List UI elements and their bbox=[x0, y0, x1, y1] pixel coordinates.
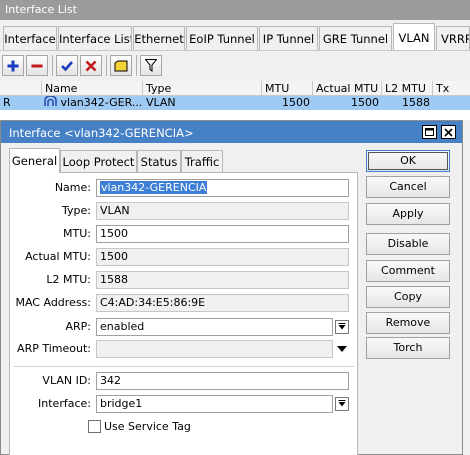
comment-button[interactable] bbox=[110, 55, 132, 76]
mac-address-label: MAC Address: bbox=[15, 296, 91, 309]
dialog-title-bar[interactable]: Interface <vlan342-GERENCIA> bbox=[1, 121, 462, 143]
triangle-down-icon bbox=[337, 345, 347, 352]
column-header-tx[interactable]: Tx bbox=[433, 81, 470, 96]
vlan-interface-icon bbox=[44, 96, 57, 106]
disable-button[interactable] bbox=[80, 55, 102, 76]
row-name: vlan342-GER... bbox=[60, 96, 143, 109]
tab-bar: Interface Interface List Ethernet EoIP T… bbox=[0, 20, 470, 50]
column-header-flags[interactable] bbox=[0, 81, 42, 96]
grid-empty-area bbox=[0, 110, 470, 120]
maximize-button[interactable] bbox=[422, 125, 437, 139]
actual-mtu-label: Actual MTU: bbox=[25, 250, 91, 263]
column-header-actual-mtu[interactable]: Actual MTU bbox=[313, 81, 382, 96]
grid-header: Name Type MTU Actual MTU L2 MTU Tx bbox=[0, 81, 470, 96]
mac-address-field: C4:AD:34:E5:86:9E bbox=[96, 294, 349, 312]
row-flag: R bbox=[3, 96, 11, 109]
cancel-button[interactable]: Cancel bbox=[366, 176, 450, 198]
comment-button[interactable]: Comment bbox=[366, 260, 450, 282]
name-label: Name: bbox=[54, 181, 91, 194]
remove-button[interactable]: Remove bbox=[366, 312, 450, 334]
l2-mtu-label: L2 MTU: bbox=[46, 273, 91, 286]
use-service-tag-label[interactable]: Use Service Tag bbox=[104, 420, 191, 433]
remove-button[interactable] bbox=[26, 55, 48, 76]
name-field-value: vlan342-GERENCIA bbox=[100, 181, 208, 194]
mtu-label: MTU: bbox=[63, 227, 91, 240]
use-service-tag-checkbox[interactable] bbox=[88, 420, 101, 433]
interface-select[interactable]: bridge1 bbox=[96, 395, 333, 413]
toolbar bbox=[0, 50, 470, 80]
tab-eoip-tunnel[interactable]: EoIP Tunnel bbox=[186, 26, 258, 50]
name-field[interactable]: vlan342-GERENCIA bbox=[96, 179, 349, 197]
x-icon bbox=[85, 60, 97, 71]
row-l2-mtu: 1588 bbox=[402, 96, 430, 109]
column-header-l2-mtu[interactable]: L2 MTU bbox=[382, 81, 433, 96]
filter-button[interactable] bbox=[140, 55, 162, 76]
arp-label: ARP: bbox=[65, 320, 91, 333]
column-header-type[interactable]: Type bbox=[143, 81, 262, 96]
close-button[interactable] bbox=[441, 125, 456, 139]
tab-vlan[interactable]: VLAN bbox=[393, 23, 435, 50]
torch-button[interactable]: Torch bbox=[366, 337, 450, 359]
window-title: Interface List bbox=[0, 0, 470, 20]
general-panel: Name: vlan342-GERENCIA Type: VLAN MTU: 1… bbox=[9, 172, 358, 455]
chevron-down-icon bbox=[338, 323, 346, 330]
interface-dropdown-button[interactable] bbox=[335, 397, 349, 411]
column-header-mtu[interactable]: MTU bbox=[262, 81, 313, 96]
section-divider bbox=[14, 366, 354, 367]
note-icon bbox=[114, 60, 128, 71]
minus-icon bbox=[31, 64, 43, 67]
close-icon bbox=[444, 127, 453, 137]
arp-timeout-field[interactable] bbox=[96, 340, 333, 358]
tab-vrrp[interactable]: VRRP bbox=[436, 26, 470, 50]
interface-label: Interface: bbox=[38, 397, 91, 410]
add-button[interactable] bbox=[2, 55, 24, 76]
arp-select[interactable]: enabled bbox=[96, 318, 333, 336]
check-icon bbox=[61, 60, 73, 71]
column-header-name[interactable]: Name bbox=[42, 81, 143, 96]
disable-button[interactable]: Disable bbox=[366, 233, 450, 255]
arp-timeout-expand-button[interactable] bbox=[335, 342, 349, 356]
filter-icon bbox=[145, 59, 157, 72]
row-actual-mtu: 1500 bbox=[351, 96, 379, 109]
tab-gre-tunnel[interactable]: GRE Tunnel bbox=[319, 26, 392, 50]
tab-general[interactable]: General bbox=[9, 148, 60, 173]
actual-mtu-field: 1500 bbox=[96, 248, 349, 266]
ok-button[interactable]: OK bbox=[366, 150, 450, 172]
tab-ip-tunnel[interactable]: IP Tunnel bbox=[259, 26, 318, 50]
row-type: VLAN bbox=[146, 96, 176, 109]
copy-button[interactable]: Copy bbox=[366, 286, 450, 308]
plus-icon bbox=[7, 60, 19, 71]
vlan-id-label: VLAN ID: bbox=[42, 374, 91, 387]
tab-traffic[interactable]: Traffic bbox=[181, 150, 223, 172]
chevron-down-icon bbox=[338, 400, 346, 407]
table-row[interactable]: R vlan342-GER... VLAN 1500 1500 1588 bbox=[0, 96, 470, 110]
tab-ethernet[interactable]: Ethernet bbox=[133, 26, 185, 50]
mtu-field[interactable]: 1500 bbox=[96, 225, 349, 243]
vlan-id-field[interactable]: 342 bbox=[96, 372, 349, 390]
tab-status[interactable]: Status bbox=[137, 150, 181, 172]
l2-mtu-field: 1588 bbox=[96, 271, 349, 289]
row-name-cell: vlan342-GER... bbox=[42, 96, 143, 110]
interface-dialog: Interface <vlan342-GERENCIA> General Loo… bbox=[0, 120, 463, 455]
row-mtu: 1500 bbox=[282, 96, 310, 109]
tab-loop-protect[interactable]: Loop Protect bbox=[60, 150, 137, 172]
type-label: Type: bbox=[62, 204, 91, 217]
apply-button[interactable]: Apply bbox=[366, 203, 450, 225]
type-field: VLAN bbox=[96, 202, 349, 220]
maximize-icon bbox=[425, 128, 434, 136]
arp-dropdown-button[interactable] bbox=[335, 320, 349, 334]
tab-interface[interactable]: Interface bbox=[3, 26, 57, 50]
enable-button[interactable] bbox=[56, 55, 78, 76]
row-tx bbox=[433, 96, 470, 110]
tab-interface-list[interactable]: Interface List bbox=[58, 26, 132, 50]
dialog-title: Interface <vlan342-GERENCIA> bbox=[9, 126, 194, 140]
arp-timeout-label: ARP Timeout: bbox=[17, 342, 91, 355]
